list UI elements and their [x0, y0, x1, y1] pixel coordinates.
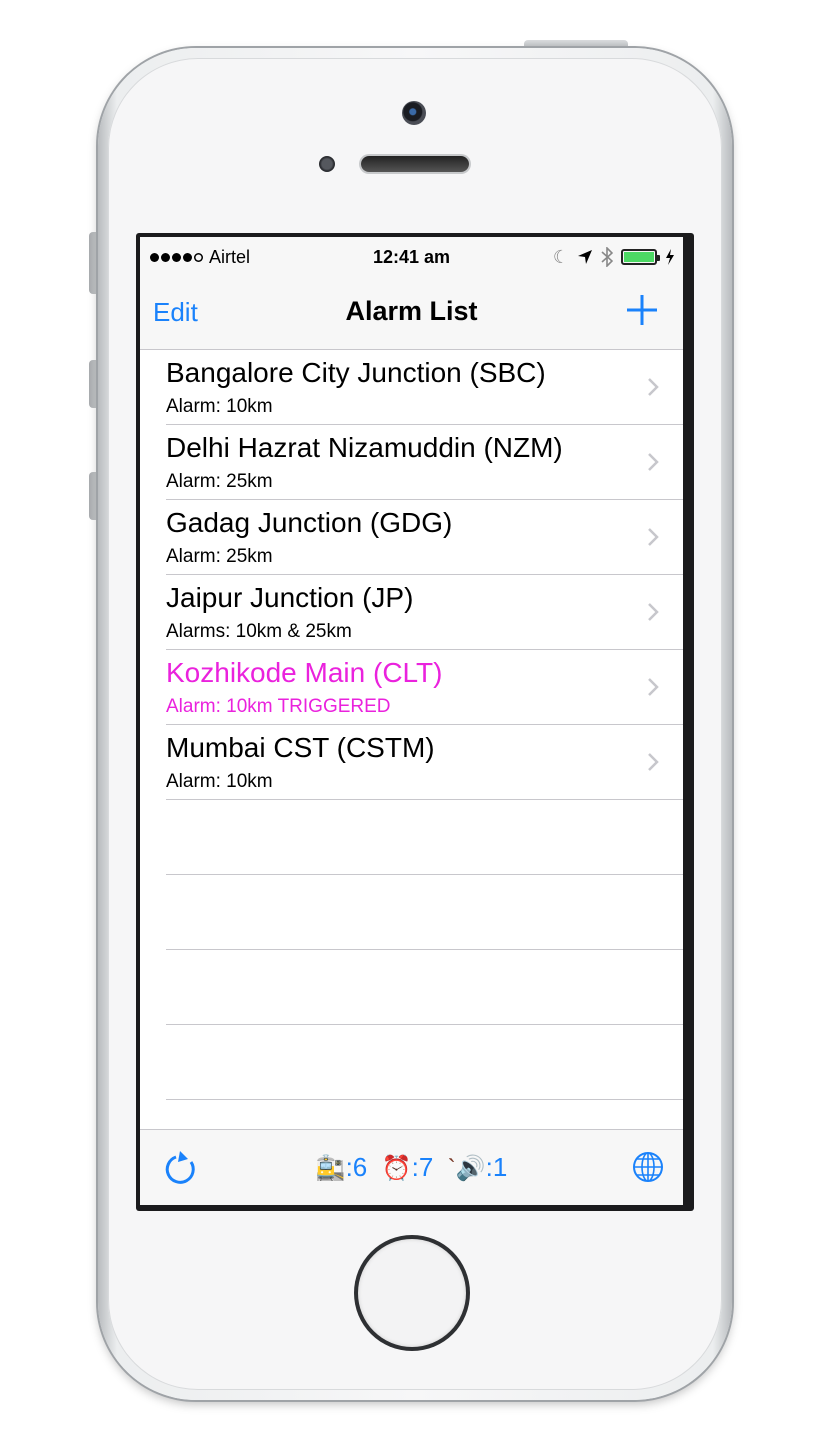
summary-counts: 🚉:6 ⏰:7 `🔊:1 — [140, 1152, 683, 1183]
chevron-right-icon — [648, 378, 659, 396]
battery-icon — [621, 249, 660, 265]
chevron-right-icon — [648, 603, 659, 621]
alarm-distance: Alarm: 10km — [166, 396, 273, 417]
chevron-right-icon — [648, 753, 659, 771]
empty-table-row — [166, 1025, 683, 1100]
alarm-station-name: Jaipur Junction (JP) — [166, 582, 414, 613]
charging-bolt-icon — [666, 249, 674, 265]
alarm-distance: Alarm: 10km TRIGGERED — [166, 696, 391, 717]
alarm-station-name: Bangalore City Junction (SBC) — [166, 357, 546, 388]
alarm-list: Bangalore City Junction (SBC) Alarm: 10km… — [140, 350, 683, 1100]
alarm-station-name: Delhi Hazrat Nizamuddin (NZM) — [166, 432, 563, 463]
chevron-right-icon — [648, 453, 659, 471]
chevron-right-icon — [648, 528, 659, 546]
station-count: :6 — [345, 1152, 368, 1182]
front-camera-icon — [402, 101, 426, 125]
alarm-distance: Alarm: 10km — [166, 771, 273, 792]
alarm-station-name: Kozhikode Main (CLT) — [166, 657, 443, 688]
alarm-station-name: Gadag Junction (GDG) — [166, 507, 453, 538]
alarm-distance: Alarm: 25km — [166, 546, 273, 567]
app-screen: Airtel 12:41 am ☾ Edit Alarm List Bangal… — [140, 237, 683, 1205]
bluetooth-icon — [601, 247, 613, 267]
empty-table-row — [166, 875, 683, 950]
globe-icon[interactable] — [631, 1150, 665, 1184]
station-icon: 🚉 — [315, 1155, 346, 1182]
proximity-sensor — [319, 156, 335, 172]
moon-icon: ☾ — [552, 247, 569, 267]
earpiece-speaker — [361, 156, 469, 172]
empty-table-row — [166, 800, 683, 875]
alarm-distance: Alarm: 25km — [166, 471, 273, 492]
alarm-row[interactable]: Delhi Hazrat Nizamuddin (NZM) Alarm: 25km — [166, 425, 683, 500]
alarm-station-name: Mumbai CST (CSTM) — [166, 732, 435, 763]
alarm-count: :7 — [411, 1152, 434, 1182]
home-button[interactable] — [358, 1239, 466, 1347]
alarm-clock-icon: ⏰ — [381, 1155, 412, 1182]
alarm-row[interactable]: Kozhikode Main (CLT) Alarm: 10km TRIGGERE… — [166, 650, 683, 725]
alarm-row[interactable]: Bangalore City Junction (SBC) Alarm: 10km — [166, 350, 683, 425]
plus-icon[interactable] — [625, 293, 659, 327]
triggered-count: :1 — [485, 1152, 508, 1182]
speaker-icon: `🔊 — [447, 1155, 486, 1182]
bottom-toolbar: 🚉:6 ⏰:7 `🔊:1 — [140, 1129, 683, 1205]
navigation-bar: Edit Alarm List — [140, 277, 683, 350]
page-title: Alarm List — [345, 296, 478, 326]
alarm-row[interactable]: Gadag Junction (GDG) Alarm: 25km — [166, 500, 683, 575]
location-arrow-icon — [578, 250, 592, 264]
alarm-row[interactable]: Jaipur Junction (JP) Alarms: 10km & 25km — [166, 575, 683, 650]
chevron-right-icon — [648, 678, 659, 696]
alarm-distance: Alarms: 10km & 25km — [166, 621, 352, 642]
empty-table-row — [166, 950, 683, 1025]
status-bar: Airtel 12:41 am ☾ — [140, 237, 683, 277]
alarm-row[interactable]: Mumbai CST (CSTM) Alarm: 10km — [166, 725, 683, 800]
